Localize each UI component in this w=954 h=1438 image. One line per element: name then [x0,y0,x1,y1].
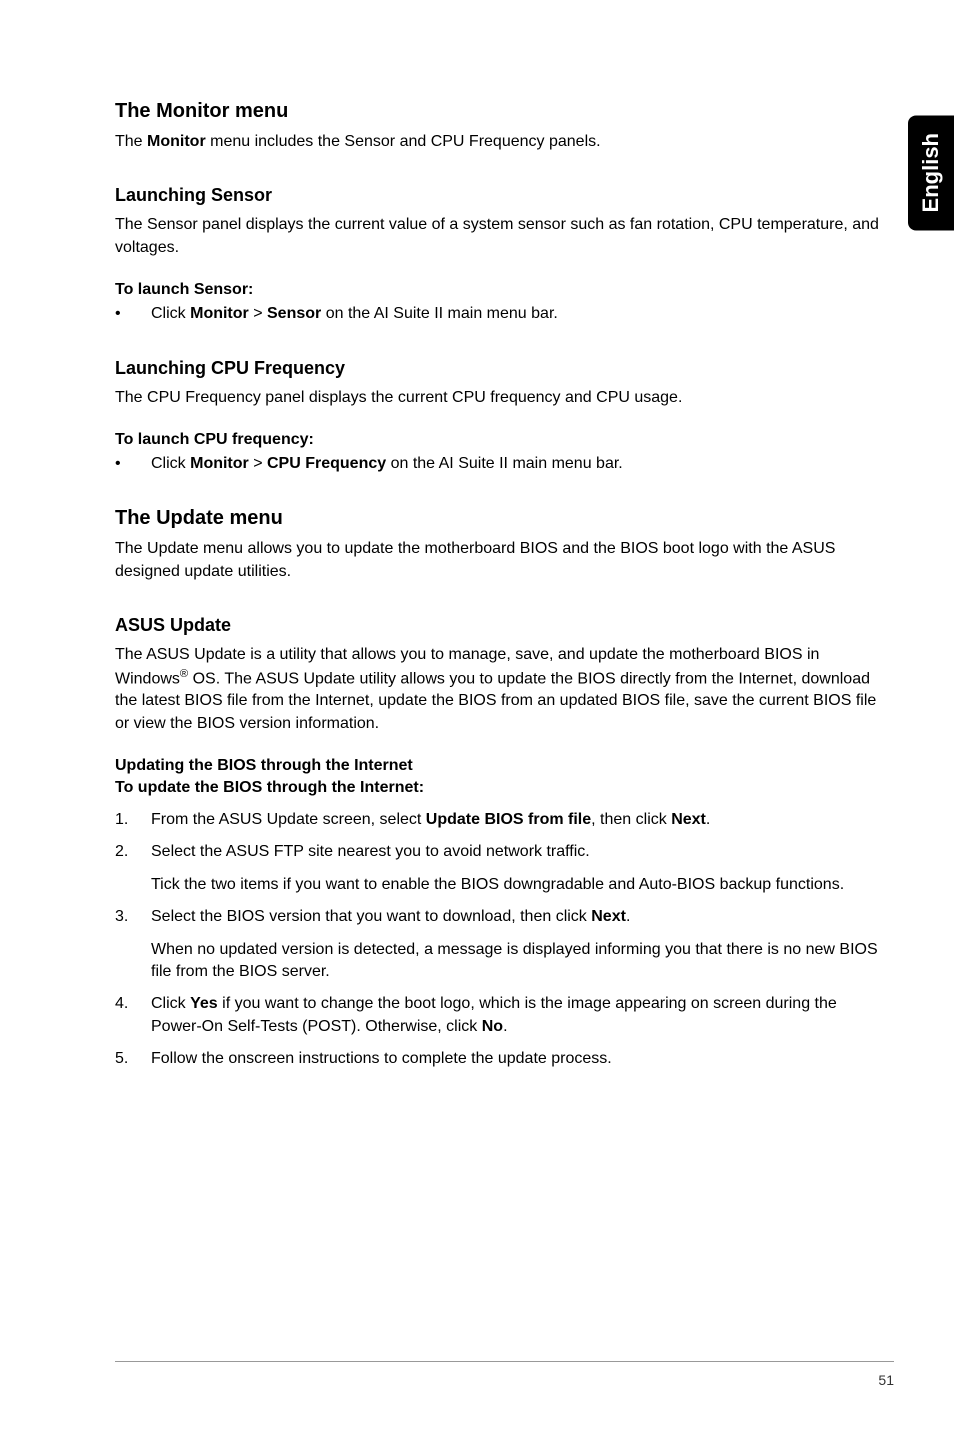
monitor-menu-heading: The Monitor menu [115,100,890,123]
cpu-bullet: • Click Monitor > CPU Frequency on the A… [115,453,890,475]
list-number: 5. [115,1048,151,1070]
language-tab: English [908,115,954,230]
monitor-menu-intro: The Monitor menu includes the Sensor and… [115,131,890,153]
asus-update-desc: The ASUS Update is a utility that allows… [115,644,890,735]
bullet-icon: • [115,303,151,325]
sensor-bullet: • Click Monitor > Sensor on the AI Suite… [115,303,890,325]
list-item: 1. From the ASUS Update screen, select U… [115,809,890,831]
launching-sensor-desc: The Sensor panel displays the current va… [115,214,890,259]
list-number: 3. [115,906,151,983]
bullet-icon: • [115,453,151,475]
updating-bios-internet-heading: Updating the BIOS through the Internet [115,757,890,775]
page-footer: 51 [115,1361,894,1388]
list-item: 2. Select the ASUS FTP site nearest you … [115,841,890,896]
update-menu-heading: The Update menu [115,507,890,530]
launching-cpu-heading: Launching CPU Frequency [115,358,890,379]
asus-update-heading: ASUS Update [115,615,890,636]
list-item: 4. Click Yes if you want to change the b… [115,993,890,1038]
list-item: 3. Select the BIOS version that you want… [115,906,890,983]
list-item: 5. Follow the onscreen instructions to c… [115,1048,890,1070]
launching-sensor-heading: Launching Sensor [115,185,890,206]
list-number: 1. [115,809,151,831]
list-number: 2. [115,841,151,896]
page-number: 51 [878,1372,894,1388]
launching-cpu-desc: The CPU Frequency panel displays the cur… [115,387,890,409]
to-launch-sensor-heading: To launch Sensor: [115,281,890,299]
to-launch-cpu-heading: To launch CPU frequency: [115,431,890,449]
update-menu-desc: The Update menu allows you to update the… [115,538,890,583]
list-number: 4. [115,993,151,1038]
to-update-bios-heading: To update the BIOS through the Internet: [115,779,890,797]
page-content: The Monitor menu The Monitor menu includ… [115,100,890,1071]
